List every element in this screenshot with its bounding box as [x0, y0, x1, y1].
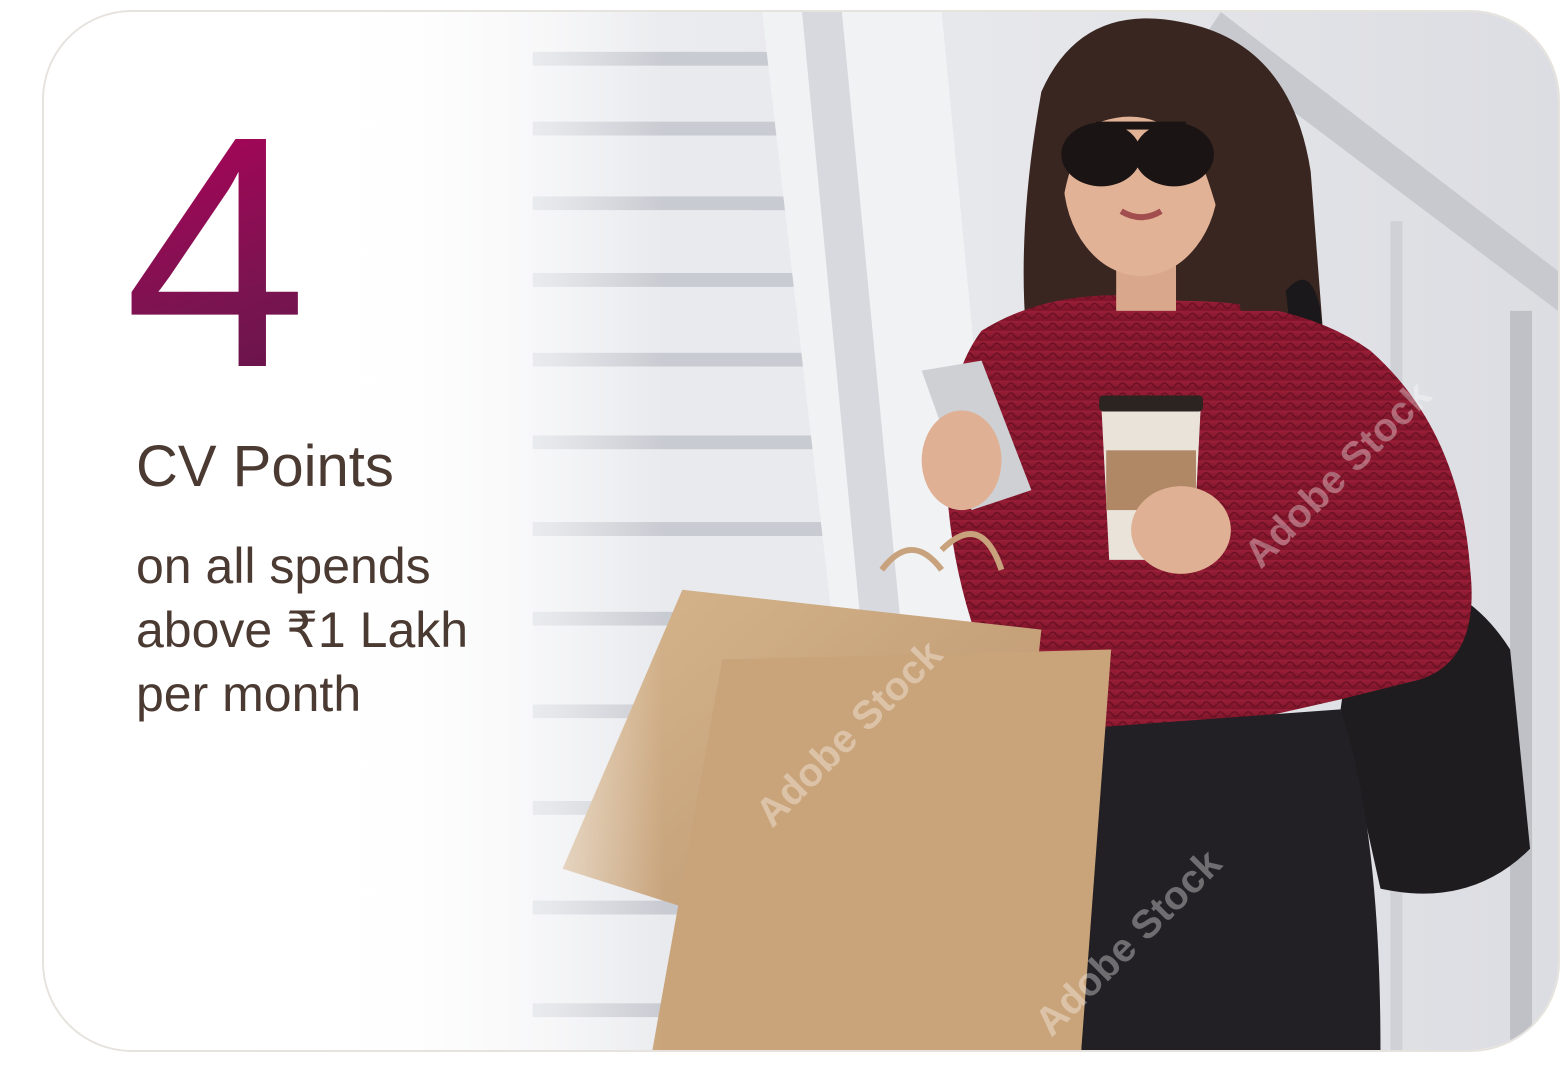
description-line: above ₹1 Lakh: [136, 602, 469, 658]
offer-description: on all spends above ₹1 Lakh per month: [136, 534, 468, 726]
description-line: on all spends: [136, 538, 431, 594]
description-line: per month: [136, 666, 362, 722]
offer-card: Adobe Stock Adobe Stock Adobe Stock 4 CV…: [42, 10, 1560, 1052]
offer-number: 4: [124, 87, 468, 417]
offer-text: 4 CV Points on all spends above ₹1 Lakh …: [124, 87, 468, 726]
offer-headline: CV Points: [136, 434, 394, 499]
